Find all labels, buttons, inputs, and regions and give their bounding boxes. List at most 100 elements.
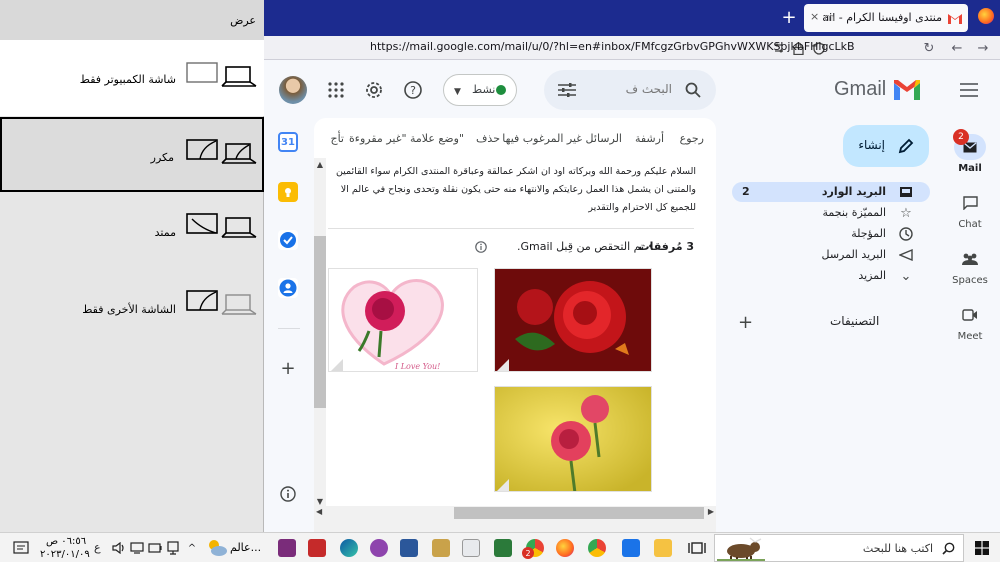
scroll-up-icon[interactable]: ▲ — [314, 160, 326, 169]
task-view-icon[interactable] — [688, 539, 706, 557]
firefox-icon[interactable] — [978, 8, 994, 24]
network-icon[interactable] — [166, 540, 180, 556]
pencil-icon — [897, 137, 915, 155]
edge-icon[interactable] — [340, 539, 358, 557]
firefox-taskbar-icon[interactable] — [556, 539, 574, 557]
attachment-image-red-roses[interactable] — [494, 268, 652, 372]
nav-item-sent[interactable]: البريد المرسل — [732, 245, 930, 265]
scroll-down-icon[interactable]: ▼ — [314, 497, 326, 506]
option-second-screen-only[interactable]: الشاشة الأخرى فقط — [0, 270, 264, 346]
get-addons-button[interactable]: + — [278, 358, 298, 379]
contacts-icon[interactable] — [278, 278, 298, 298]
rail-meet[interactable]: Meet — [944, 302, 996, 342]
bull-search-art-icon — [717, 537, 765, 561]
option-label: ممتد — [154, 226, 176, 239]
main-menu-icon[interactable] — [958, 80, 980, 100]
scroll-right-icon[interactable]: ▶ — [708, 507, 714, 516]
horizontal-scrollbar[interactable]: ◀ ▶ — [314, 506, 716, 532]
browser-tab-gmail[interactable]: منتدى اوفيسنا الكرام - Gmail m × — [804, 4, 968, 32]
back-arrow-icon[interactable]: → — [974, 39, 992, 57]
forward-arrow-icon[interactable]: ← — [948, 39, 966, 57]
search-options-icon[interactable] — [558, 81, 576, 99]
projection-title: عرض — [230, 14, 256, 27]
nav-item-starred[interactable]: ☆ المميّزة بنجمة — [732, 203, 930, 223]
weather-cloud-icon[interactable] — [206, 538, 228, 558]
chevron-down-icon: ⌄ — [900, 268, 912, 284]
keep-icon[interactable] — [278, 182, 298, 202]
mark-unread-button[interactable]: وضع علامة "غير مقروءة" — [349, 132, 464, 145]
calendar-icon[interactable]: 31 — [278, 132, 298, 152]
spam-button[interactable]: الرسائل غير المرغوب فيها — [502, 132, 622, 145]
input-language[interactable]: ع — [94, 541, 101, 554]
option-duplicate[interactable]: مكرر — [0, 117, 264, 192]
close-tab-icon[interactable]: × — [810, 10, 819, 23]
back-button[interactable]: رجوع — [680, 132, 704, 145]
search-box[interactable] — [544, 70, 716, 110]
winrar-icon[interactable] — [278, 539, 296, 557]
info-icon[interactable] — [278, 484, 298, 504]
nav-item-snoozed[interactable]: المؤجلة — [732, 224, 930, 244]
gmail-logo[interactable]: Gmail — [834, 76, 924, 104]
nav-item-more[interactable]: ⌄ المزيد — [732, 266, 930, 286]
rail-label: Chat — [958, 219, 982, 230]
clock-date[interactable]: ٢٠٢٣/٠١/٠٩ — [40, 549, 90, 560]
calculator-icon[interactable] — [462, 539, 480, 557]
option-pc-screen-only[interactable]: شاشة الكمبيوتر فقط — [0, 40, 264, 116]
scrollbar-thumb[interactable] — [314, 236, 326, 408]
reload-icon[interactable]: ↻ — [920, 39, 938, 57]
word-icon[interactable] — [400, 539, 418, 557]
tasks-icon[interactable] — [278, 230, 298, 250]
url-bar[interactable]: https://mail.google.com/mail/u/0/?hl=en#… — [370, 40, 855, 53]
weather-text[interactable]: عالم... — [230, 541, 261, 554]
battery-icon[interactable] — [148, 540, 162, 556]
info-icon[interactable] — [474, 240, 488, 254]
search-icon[interactable] — [684, 81, 702, 99]
rail-spaces[interactable]: Spaces — [944, 246, 996, 286]
rail-chat[interactable]: Chat — [944, 190, 996, 230]
nav-item-inbox[interactable]: البريد الوارد 2 — [732, 182, 930, 202]
settings-gear-icon[interactable] — [364, 80, 384, 100]
clock-time[interactable]: ٠٦:٥٦ ص — [46, 536, 86, 547]
scroll-left-icon[interactable]: ◀ — [316, 507, 322, 516]
new-tab-button[interactable]: + — [778, 6, 800, 28]
account-avatar[interactable] — [279, 76, 307, 104]
send-icon — [898, 247, 914, 263]
help-icon[interactable]: ? — [403, 80, 423, 100]
projection-panel: عرض شاشة الكمبيوتر فقط مكرر ممتد الشاشة … — [0, 0, 264, 532]
rail-label: Meet — [957, 331, 983, 342]
extend-icon — [186, 213, 257, 238]
paint-icon[interactable] — [432, 539, 450, 557]
vertical-scrollbar[interactable]: ▲ ▼ — [314, 158, 326, 508]
chevron-up-icon[interactable]: ^ — [186, 542, 198, 554]
file-explorer-icon[interactable] — [654, 539, 672, 557]
compose-button[interactable]: إنشاء — [843, 125, 929, 167]
delete-button[interactable]: حذف — [476, 132, 500, 145]
attachments-note: • تم التحقص من قِبل Gmail. — [517, 240, 654, 253]
archive-button[interactable]: أرشفة — [635, 132, 664, 145]
store-icon[interactable] — [622, 539, 640, 557]
rail-mail[interactable]: Mail — [944, 134, 996, 174]
attachment-image-rose-heart[interactable]: I Love You! — [328, 268, 478, 372]
apps-grid-icon[interactable] — [326, 80, 346, 100]
search-input[interactable] — [582, 82, 672, 96]
status-chip[interactable]: ▼ نشط — [443, 74, 517, 106]
search-icon — [941, 541, 955, 555]
acrobat-icon[interactable] — [308, 539, 326, 557]
app-icon[interactable] — [370, 539, 388, 557]
divider — [328, 228, 694, 229]
option-extend[interactable]: ممتد — [0, 193, 264, 269]
excel-icon[interactable] — [494, 539, 512, 557]
volume-icon[interactable] — [112, 540, 126, 556]
snooze-button[interactable]: تأج — [330, 132, 344, 145]
add-label-button[interactable]: + — [738, 312, 753, 333]
start-windows-icon[interactable] — [974, 540, 990, 556]
scrollbar-thumb[interactable] — [454, 507, 704, 519]
option-label: مكرر — [150, 151, 174, 164]
attachment-image-pink-roses[interactable] — [494, 386, 652, 492]
star-icon: ☆ — [900, 205, 912, 221]
chrome-icon[interactable] — [588, 539, 606, 557]
display-icon[interactable] — [130, 540, 144, 556]
notifications-icon[interactable] — [12, 539, 30, 557]
taskbar-search-box[interactable]: اكتب هنا للبحث — [714, 534, 964, 562]
gmail-m-icon — [894, 80, 920, 100]
